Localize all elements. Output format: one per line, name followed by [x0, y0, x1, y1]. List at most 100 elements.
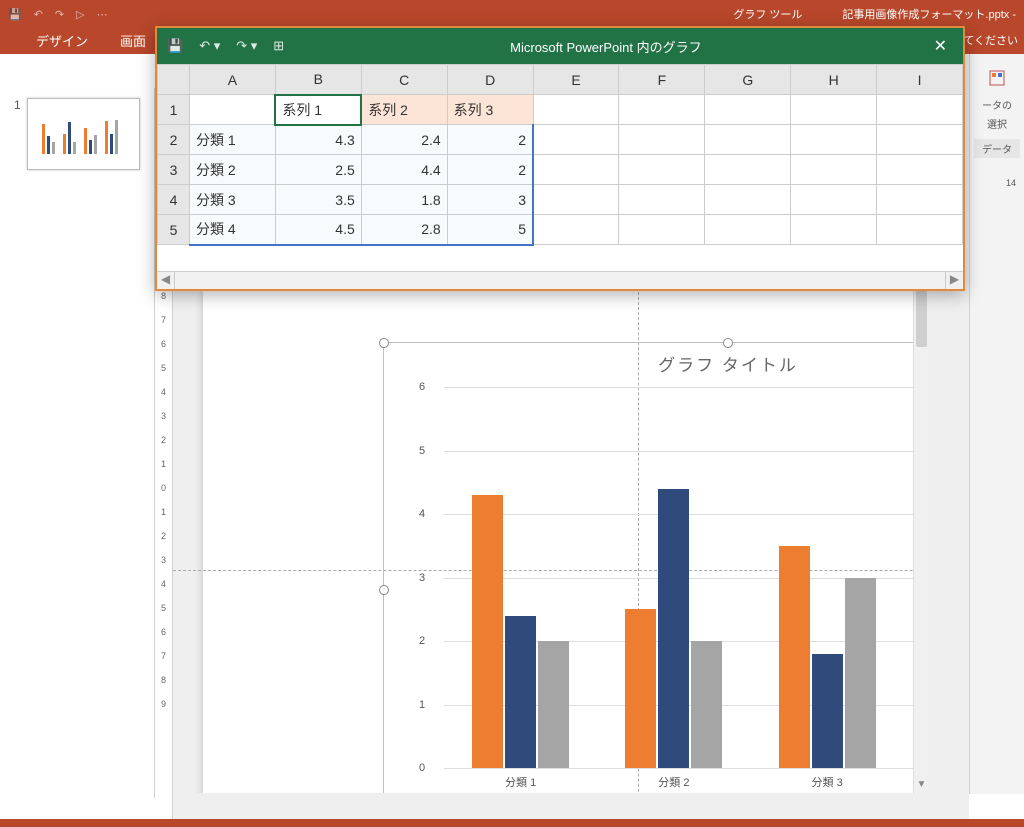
- bar[interactable]: [505, 616, 536, 768]
- datasheet-titlebar[interactable]: 💾 ↶ ▾ ↷ ▾ ⊞ Microsoft PowerPoint 内のグラフ ✕: [157, 28, 963, 64]
- datasheet-hscrollbar[interactable]: ◀ ▶: [157, 271, 963, 289]
- chart-plot-area[interactable]: 0123456: [419, 387, 914, 768]
- cell[interactable]: [877, 95, 963, 125]
- redo-icon[interactable]: ↷: [55, 8, 64, 21]
- scroll-right-icon[interactable]: ▶: [945, 272, 963, 289]
- cell[interactable]: [791, 185, 877, 215]
- col-header[interactable]: F: [619, 65, 705, 95]
- cell[interactable]: 2.4: [361, 125, 447, 155]
- scroll-left-icon[interactable]: ◀: [157, 272, 175, 289]
- slide-thumbnail[interactable]: [27, 98, 140, 170]
- cell[interactable]: [619, 215, 705, 245]
- bar[interactable]: [658, 489, 689, 768]
- cell[interactable]: [619, 125, 705, 155]
- resize-handle[interactable]: [723, 338, 733, 348]
- close-icon[interactable]: ✕: [928, 36, 953, 56]
- resize-handle[interactable]: [379, 338, 389, 348]
- select-data-icon[interactable]: [974, 60, 1020, 95]
- cell[interactable]: [791, 155, 877, 185]
- cell[interactable]: 分類 3: [189, 185, 275, 215]
- cell[interactable]: [877, 125, 963, 155]
- cell[interactable]: 4.3: [275, 125, 361, 155]
- col-header[interactable]: A: [189, 65, 275, 95]
- cell[interactable]: [791, 215, 877, 245]
- cell[interactable]: [619, 95, 705, 125]
- col-header[interactable]: B: [275, 65, 361, 95]
- ds-redo-icon[interactable]: ↷ ▾: [236, 38, 257, 54]
- cell[interactable]: [533, 95, 619, 125]
- cell[interactable]: 2: [447, 155, 533, 185]
- cell[interactable]: [705, 185, 791, 215]
- cell[interactable]: 分類 2: [189, 155, 275, 185]
- cell[interactable]: [705, 155, 791, 185]
- ds-undo-icon[interactable]: ↶ ▾: [199, 38, 220, 54]
- ds-excel-icon[interactable]: ⊞: [273, 38, 284, 54]
- chart-title[interactable]: グラフ タイトル: [384, 343, 914, 376]
- cell[interactable]: 2: [447, 125, 533, 155]
- ds-save-icon[interactable]: 💾: [167, 38, 183, 54]
- bar[interactable]: [779, 546, 810, 768]
- col-header[interactable]: H: [791, 65, 877, 95]
- cell[interactable]: [877, 185, 963, 215]
- bar[interactable]: [812, 654, 843, 768]
- resize-handle[interactable]: [379, 585, 389, 595]
- row-header[interactable]: 2: [158, 125, 190, 155]
- vertical-scrollbar[interactable]: ▲ ▼: [913, 247, 929, 793]
- cell[interactable]: 分類 4: [189, 215, 275, 245]
- cell[interactable]: 3: [447, 185, 533, 215]
- cell[interactable]: 3.5: [275, 185, 361, 215]
- cell[interactable]: 系列 1: [275, 95, 361, 125]
- bar-group[interactable]: [597, 387, 750, 768]
- cell[interactable]: [533, 155, 619, 185]
- cell[interactable]: [705, 125, 791, 155]
- col-header[interactable]: D: [447, 65, 533, 95]
- cell[interactable]: 2.8: [361, 215, 447, 245]
- select-all-cell[interactable]: [158, 65, 190, 95]
- chart-datasheet-window[interactable]: 💾 ↶ ▾ ↷ ▾ ⊞ Microsoft PowerPoint 内のグラフ ✕…: [155, 26, 965, 291]
- edit-data-icon[interactable]: [1020, 60, 1024, 95]
- cell[interactable]: 1.8: [361, 185, 447, 215]
- cell[interactable]: 系列 2: [361, 95, 447, 125]
- bar[interactable]: [845, 578, 876, 769]
- undo-icon[interactable]: ↶: [34, 8, 43, 21]
- row-header[interactable]: 1: [158, 95, 190, 125]
- col-header[interactable]: I: [877, 65, 963, 95]
- row-header[interactable]: 4: [158, 185, 190, 215]
- bar[interactable]: [472, 495, 503, 768]
- bar[interactable]: [625, 609, 656, 768]
- more-icon[interactable]: ⋯: [97, 8, 108, 21]
- tab-design[interactable]: デザイン: [30, 27, 94, 54]
- cell[interactable]: [619, 185, 705, 215]
- cell[interactable]: 5: [447, 215, 533, 245]
- spreadsheet-table[interactable]: ABCDEFGHI1系列 1系列 2系列 32分類 14.32.423分類 22…: [157, 64, 963, 246]
- cell[interactable]: 4.4: [361, 155, 447, 185]
- cell[interactable]: [533, 215, 619, 245]
- bar-group[interactable]: [444, 387, 597, 768]
- save-icon[interactable]: 💾: [8, 8, 22, 21]
- row-header[interactable]: 5: [158, 215, 190, 245]
- cell[interactable]: [533, 125, 619, 155]
- cell[interactable]: [791, 95, 877, 125]
- col-header[interactable]: C: [361, 65, 447, 95]
- bar[interactable]: [691, 641, 722, 768]
- bar[interactable]: [538, 641, 569, 768]
- cell[interactable]: 分類 1: [189, 125, 275, 155]
- slide[interactable]: グラフ タイトル 0123456 分類 1分類 2分類 3分類 4 系列 1系列…: [203, 287, 914, 793]
- col-header[interactable]: E: [533, 65, 619, 95]
- cell[interactable]: 4.5: [275, 215, 361, 245]
- row-header[interactable]: 3: [158, 155, 190, 185]
- cell[interactable]: [877, 215, 963, 245]
- start-icon[interactable]: ▷: [76, 8, 84, 21]
- datasheet-grid[interactable]: ABCDEFGHI1系列 1系列 2系列 32分類 14.32.423分類 22…: [157, 64, 963, 271]
- col-header[interactable]: G: [705, 65, 791, 95]
- tab-view[interactable]: 画面: [114, 27, 152, 54]
- cell[interactable]: [791, 125, 877, 155]
- cell[interactable]: 2.5: [275, 155, 361, 185]
- cell[interactable]: [877, 155, 963, 185]
- cell[interactable]: [533, 185, 619, 215]
- cell[interactable]: [705, 215, 791, 245]
- cell[interactable]: 系列 3: [447, 95, 533, 125]
- scroll-track[interactable]: [175, 272, 945, 289]
- bar-group[interactable]: [751, 387, 904, 768]
- cell[interactable]: [705, 95, 791, 125]
